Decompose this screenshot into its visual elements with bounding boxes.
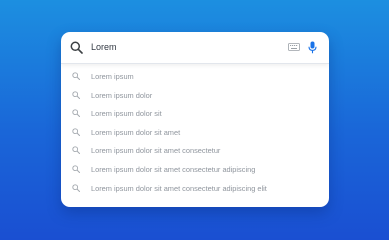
search-input[interactable]: Lorem [91, 42, 117, 52]
search-bar[interactable]: Lorem [61, 32, 329, 64]
search-icon [72, 109, 80, 118]
suggestion-item[interactable]: Lorem ipsum dolor sit amet consectetur [61, 141, 329, 160]
suggestion-list: Lorem ipsum Lorem ipsum dolor Lorem ipsum … [61, 67, 329, 197]
search-icon [72, 128, 80, 136]
suggestion-item[interactable]: Lorem ipsum dolor sit [61, 104, 329, 123]
suggestion-label: Lorem ipsum dolor [91, 90, 153, 100]
keyboard-icon[interactable] [288, 43, 300, 51]
search-icon [72, 183, 80, 192]
suggestion-label: Lorem ipsum dolor sit amet [91, 127, 181, 137]
suggestion-label: Lorem ipsum [91, 72, 134, 81]
suggestion-label: Lorem ipsum dolor sit amet consectetur [91, 146, 221, 156]
search-panel: Lorem Lorem ipsum Lorem ipsum dolor Lorem … [61, 32, 329, 207]
suggestion-item[interactable]: Lorem ipsum dolor sit amet consectetur a… [61, 160, 329, 179]
microphone-icon[interactable] [308, 41, 317, 54]
search-icon [72, 72, 80, 80]
suggestion-item[interactable]: Lorem ipsum [61, 67, 329, 86]
suggestion-item[interactable]: Lorem ipsum dolor sit amet consectetur a… [61, 179, 329, 198]
suggestion-item[interactable]: Lorem ipsum dolor [61, 86, 329, 105]
search-icon[interactable] [70, 41, 83, 54]
search-icon [72, 90, 80, 99]
search-icon [72, 165, 80, 173]
suggestion-item[interactable]: Lorem ipsum dolor sit amet [61, 123, 329, 142]
suggestion-label: Lorem ipsum dolor sit [91, 109, 162, 119]
suggestion-label: Lorem ipsum dolor sit amet consectetur a… [91, 164, 256, 174]
suggestion-label: Lorem ipsum dolor sit amet consectetur a… [91, 183, 267, 193]
search-icon [72, 146, 80, 155]
